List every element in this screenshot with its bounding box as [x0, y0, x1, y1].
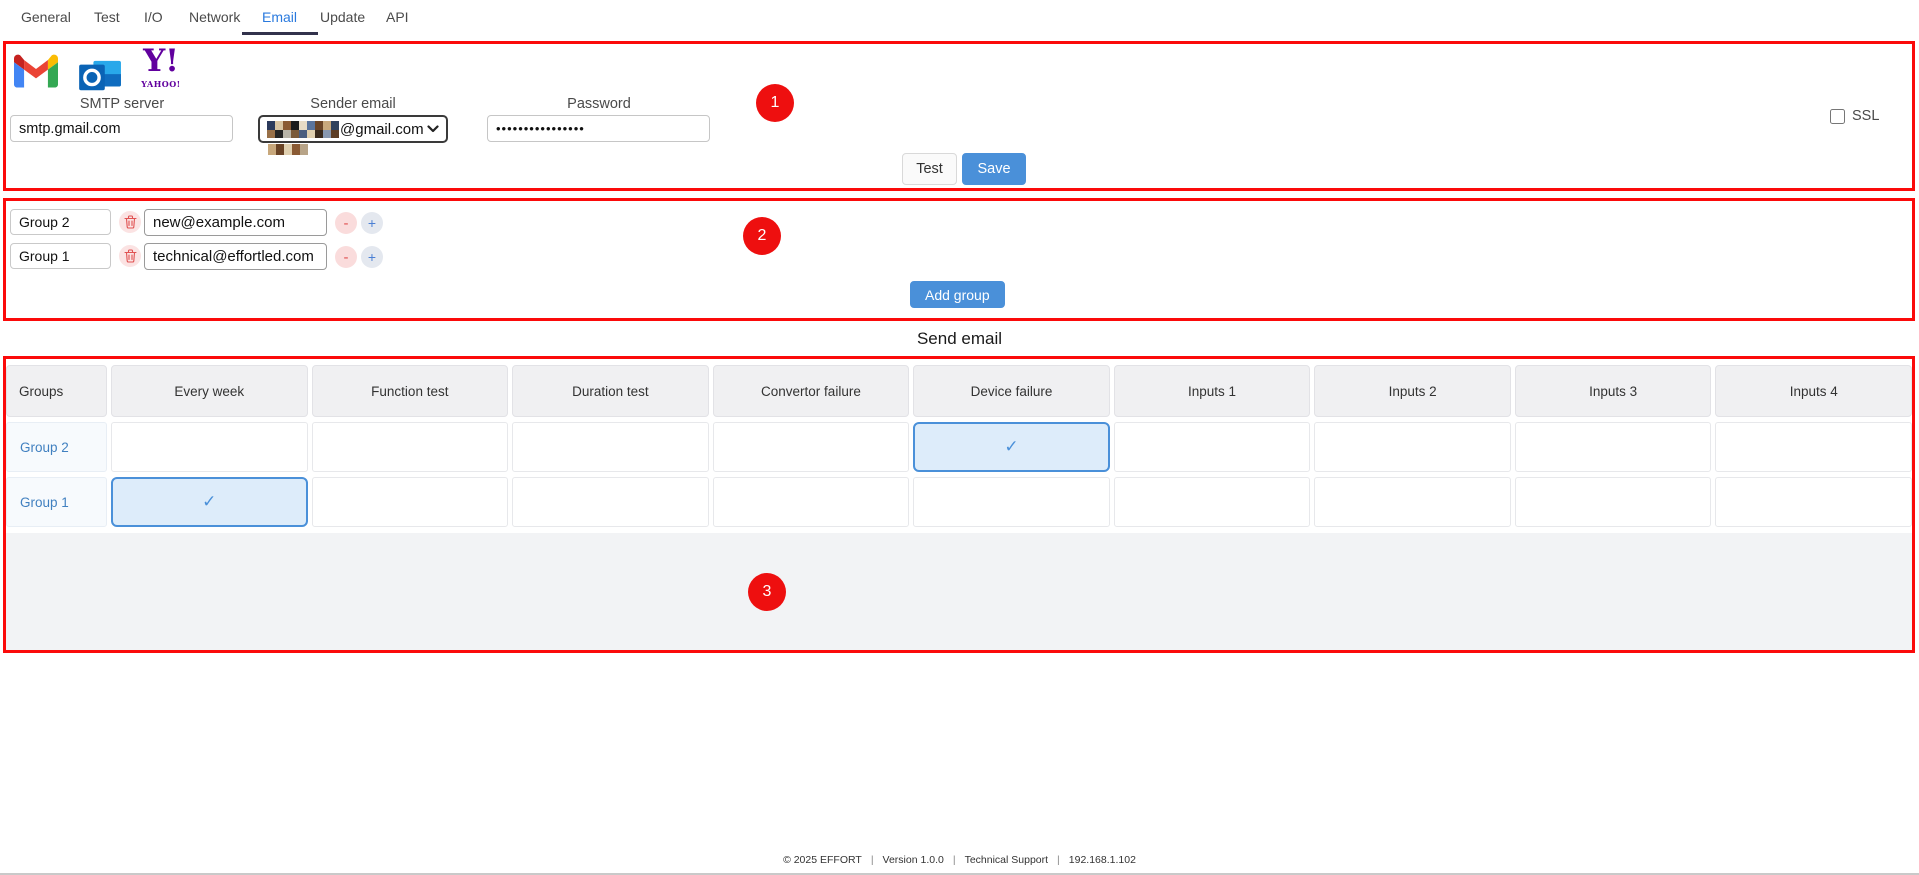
send-email-section: Groups Every week Function test Duration… [3, 356, 1915, 653]
table-background-area [6, 533, 1912, 650]
remove-email-button[interactable]: - [335, 212, 357, 234]
schedule-cell[interactable] [1715, 422, 1912, 472]
smtp-server-input[interactable] [10, 115, 233, 142]
schedule-cell[interactable] [1514, 422, 1712, 472]
remove-email-button[interactable]: - [335, 246, 357, 268]
schedule-cell[interactable] [1314, 422, 1511, 472]
test-button[interactable]: Test [902, 153, 957, 185]
add-email-button[interactable]: + [361, 246, 383, 268]
column-header-device-failure: Device failure [913, 365, 1110, 417]
schedule-table: Groups Every week Function test Duration… [6, 365, 1912, 527]
main-tabs: General Test I/O Network Email Update AP… [0, 0, 1919, 38]
schedule-cell[interactable] [311, 422, 509, 472]
add-email-button[interactable]: + [361, 212, 383, 234]
password-input[interactable] [487, 115, 710, 142]
group-email-input[interactable] [144, 209, 327, 236]
footer-ip-address: 192.168.1.102 [1068, 854, 1136, 866]
email-settings-page: General Test I/O Network Email Update AP… [0, 0, 1919, 875]
column-header-inputs-1: Inputs 1 [1113, 365, 1311, 417]
redacted-email-mosaic [267, 120, 339, 138]
nav-tab-email[interactable]: Email [262, 9, 297, 25]
footer-copyright: © 2025 EFFORT [783, 854, 862, 866]
annotation-badge-3: 3 [748, 573, 786, 611]
group-email-input[interactable] [144, 243, 327, 270]
delete-group-button[interactable] [119, 245, 141, 267]
schedule-cell[interactable] [712, 477, 910, 527]
nav-tab-network[interactable]: Network [189, 9, 240, 25]
schedule-cell[interactable] [712, 422, 910, 472]
nav-tab-update[interactable]: Update [320, 9, 365, 25]
schedule-cell[interactable] [1514, 477, 1712, 527]
footer-version: Version 1.0.0 [882, 854, 944, 866]
nav-tab-test[interactable]: Test [94, 9, 120, 25]
send-email-title: Send email [916, 329, 1003, 348]
gmail-icon[interactable] [14, 54, 58, 88]
column-header-duration-test: Duration test [512, 365, 709, 417]
password-label: Password [567, 96, 631, 112]
column-header-every-week: Every week [111, 365, 308, 417]
ssl-label: SSL [1852, 108, 1880, 124]
save-button[interactable]: Save [962, 153, 1026, 185]
column-header-groups: Groups [6, 365, 107, 417]
add-group-button[interactable]: Add group [910, 281, 1005, 308]
nav-tab-io[interactable]: I/O [144, 9, 163, 25]
chevron-down-icon [427, 125, 439, 133]
sender-email-label: Sender email [310, 96, 396, 112]
footer-separator: | [870, 854, 874, 866]
column-header-convertor-failure: Convertor failure [712, 365, 910, 417]
nav-tab-general[interactable]: General [21, 9, 71, 25]
column-header-inputs-2: Inputs 2 [1314, 365, 1511, 417]
group-row: - + [6, 243, 1912, 271]
row-label-group-2[interactable]: Group 2 [6, 422, 107, 472]
footer-technical-support-link[interactable]: Technical Support [965, 854, 1048, 866]
trash-icon [123, 249, 137, 263]
sender-email-select[interactable]: @gmail.com [258, 115, 448, 143]
schedule-cell[interactable] [1715, 477, 1912, 527]
footer: © 2025 EFFORT | Version 1.0.0 | Technical Su… [0, 854, 1919, 875]
sender-email-visible-text: @gmail.com [340, 120, 424, 138]
row-label-group-1[interactable]: Group 1 [6, 477, 107, 527]
schedule-cell-group2-device-failure[interactable]: ✓ [913, 422, 1110, 472]
group-name-input[interactable] [10, 209, 111, 235]
yahoo-logo-text: Y! [143, 43, 179, 79]
schedule-cell[interactable] [512, 477, 709, 527]
yahoo-logo-subtext: YAHOO! [141, 79, 181, 89]
column-header-function-test: Function test [311, 365, 509, 417]
column-header-inputs-4: Inputs 4 [1715, 365, 1912, 417]
schedule-cell[interactable] [1113, 422, 1311, 472]
group-name-input[interactable] [10, 243, 111, 269]
smtp-server-label: SMTP server [79, 96, 165, 112]
redaction-overlay-fragment [268, 144, 308, 155]
schedule-cell[interactable] [111, 422, 308, 472]
smtp-settings-section: Y! YAHOO! SMTP server Sender email Passw… [3, 41, 1915, 191]
schedule-cell[interactable] [311, 477, 509, 527]
group-row: - + [6, 209, 1912, 237]
outlook-icon[interactable] [78, 58, 124, 96]
schedule-cell-group1-every-week[interactable]: ✓ [111, 477, 308, 527]
delete-group-button[interactable] [119, 211, 141, 233]
ssl-checkbox[interactable] [1830, 108, 1845, 124]
schedule-cell[interactable] [1113, 477, 1311, 527]
annotation-badge-2: 2 [743, 217, 781, 255]
footer-separator: | [1057, 854, 1060, 866]
schedule-cell[interactable] [512, 422, 709, 472]
schedule-cell[interactable] [913, 477, 1110, 527]
schedule-cell[interactable] [1314, 477, 1511, 527]
footer-separator: | [952, 854, 956, 866]
column-header-inputs-3: Inputs 3 [1514, 365, 1712, 417]
trash-icon [123, 215, 137, 229]
annotation-badge-1: 1 [756, 84, 794, 122]
email-groups-section: - + - + Add group 2 [3, 198, 1915, 321]
ssl-option: SSL [1830, 108, 1879, 124]
nav-tab-api[interactable]: API [386, 9, 409, 25]
